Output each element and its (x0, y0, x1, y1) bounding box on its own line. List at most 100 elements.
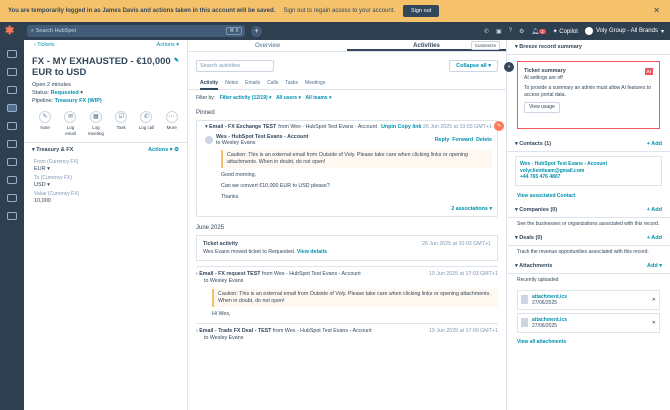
reply-link[interactable]: Reply (435, 137, 449, 143)
contact-card: Wes - HubSpot Test Evans - Account volyc… (515, 156, 662, 186)
reporting-nav-icon[interactable] (7, 158, 17, 166)
collapse-all-button[interactable]: Collapse all ▾ (449, 60, 498, 72)
attachments-section-header[interactable]: ▾ Attachments Add ▾ (507, 259, 670, 274)
filter-activity-dropdown[interactable]: Filter activity (12/19) ▾ (220, 95, 272, 101)
task-icon: ☑ (115, 111, 128, 123)
sign-out-button[interactable]: Sign out (403, 5, 440, 17)
log-meeting-action-button[interactable]: ▦ Log meeting (87, 111, 105, 136)
property-to-currency[interactable]: To (Currency FX) USD ▾ (24, 173, 187, 189)
forward-link[interactable]: Forward (452, 137, 473, 143)
settings-gear-icon[interactable]: ⚙ (519, 28, 524, 35)
close-icon[interactable]: ✕ (652, 297, 656, 303)
create-plus-icon[interactable]: + (251, 25, 262, 37)
companies-section-header[interactable]: ▾ Companies (0) + Add (507, 203, 670, 218)
record-actions-menu[interactable]: Actions ▾ (157, 42, 179, 50)
pipeline-label: Pipeline: (32, 98, 54, 104)
phone-icon: ✆ (140, 111, 153, 123)
attachment-item[interactable]: attachment.ics 27/06/2025 ✕ (517, 289, 660, 310)
subtab-meetings[interactable]: Meetings (305, 80, 325, 89)
deals-section-header[interactable]: ▾ Deals (0) + Add (507, 231, 670, 246)
hubspot-logo-icon[interactable]: ✱ (5, 24, 19, 38)
delete-link[interactable]: Delete (476, 137, 492, 143)
collapse-sidebar-icon[interactable]: » (504, 62, 514, 72)
recipient: to Wesley Evans (204, 278, 244, 284)
commerce-nav-icon[interactable] (7, 212, 17, 220)
automation-nav-icon[interactable] (7, 140, 17, 148)
service-nav-icon[interactable] (7, 104, 17, 112)
avatar (584, 27, 593, 35)
help-icon[interactable]: ? (509, 28, 512, 34)
unpin-link[interactable]: Unpin (381, 124, 396, 130)
log-call-action-button[interactable]: ✆ Log call (137, 111, 155, 136)
email-item[interactable]: 19 Jun 2025 at 17:00 GMT+1 › Email - Tra… (196, 323, 498, 342)
view-details-link[interactable]: View details (297, 249, 327, 255)
attachment-name[interactable]: attachment.ics (532, 317, 567, 323)
subtab-activity[interactable]: Activity (200, 80, 219, 90)
status-dropdown[interactable]: Requested (51, 90, 79, 96)
document-icon (521, 318, 528, 327)
email-title[interactable]: Email - FX Exchange TEST (209, 124, 276, 130)
property-label: From (Currency FX) (34, 159, 79, 165)
contact-phone[interactable]: +44 765 476 4807 (520, 174, 657, 181)
add-contact-button[interactable]: + Add (647, 141, 662, 147)
contacts-nav-icon[interactable] (7, 68, 17, 76)
add-attachment-button[interactable]: Add ▾ (647, 263, 662, 269)
account-menu[interactable]: Voly Group - All Brands ▾ (584, 27, 664, 35)
edit-pencil-icon[interactable]: ✎ (174, 56, 179, 67)
note-icon: ✎ (39, 111, 52, 123)
subtab-emails[interactable]: Emails (245, 80, 260, 89)
deals-empty-text: Track the revenue opportunities associat… (517, 248, 649, 255)
notifications-bell-icon[interactable]: 🔔︎ 1 (531, 28, 546, 35)
filter-users-dropdown[interactable]: All users ▾ (276, 95, 301, 101)
global-search-input[interactable]: ⌕ Search HubSpot ⌘ K (27, 25, 245, 37)
library-nav-icon[interactable] (7, 194, 17, 202)
view-all-attachments-link[interactable]: View all attachments (517, 339, 566, 345)
pipeline-row: Pipeline: Treasury FX (WIP) (32, 97, 179, 105)
section-actions-menu[interactable]: Actions ▾ ⚙ (148, 147, 179, 153)
view-associated-contact-link[interactable]: View associated Contact (517, 193, 576, 199)
task-action-button[interactable]: ☑ Task (112, 111, 130, 136)
add-company-button[interactable]: + Add (647, 207, 662, 213)
subtab-tasks[interactable]: Tasks (285, 80, 298, 89)
view-usage-button[interactable]: View usage (524, 102, 560, 113)
log-email-action-button[interactable]: ✉ Log email (61, 111, 79, 136)
breeze-summary-header[interactable]: ▾ Breeze record summary (507, 40, 670, 55)
copilot-button[interactable]: ✦ Copilot (553, 28, 578, 35)
bookmarks-icon[interactable] (7, 50, 17, 58)
attachment-name[interactable]: attachment.ics (532, 294, 567, 300)
subtab-calls[interactable]: Calls (267, 80, 278, 89)
summary-text: AI settings are off (524, 75, 563, 81)
pipeline-dropdown[interactable]: Treasury FX (WIP) (55, 98, 102, 104)
data-nav-icon[interactable] (7, 176, 17, 184)
subtab-notes[interactable]: Notes (225, 80, 238, 89)
associations-dropdown[interactable]: 2 associations ▾ (205, 206, 492, 212)
copy-link[interactable]: Copy link (398, 124, 422, 130)
back-to-tickets-link[interactable]: ‹ Tickets (34, 42, 54, 50)
property-value: USD (34, 182, 46, 188)
close-icon[interactable]: ✕ (653, 6, 660, 15)
note-label: Note (40, 125, 50, 130)
property-label: To (Currency FX) (34, 175, 73, 181)
marketplace-icon[interactable]: ▣ (496, 28, 502, 35)
more-action-button[interactable]: ⋯ More (163, 111, 181, 136)
contacts-section-header[interactable]: ▾ Contacts (1) + Add (507, 137, 670, 152)
content-nav-icon[interactable] (7, 122, 17, 130)
attachment-item[interactable]: attachment.ics 27/06/2025 ✕ (517, 312, 660, 333)
note-action-button[interactable]: ✎ Note (36, 111, 54, 136)
marketing-nav-icon[interactable] (7, 86, 17, 94)
email-date: 19 Jun 2025 at 17:03 GMT+1 (428, 271, 498, 277)
recipient[interactable]: to Wesley Evans (216, 140, 255, 146)
filter-teams-dropdown[interactable]: All teams ▾ (305, 95, 331, 101)
close-icon[interactable]: ✕ (652, 320, 656, 326)
email-item[interactable]: 19 Jun 2025 at 17:03 GMT+1 › Email - FX … (196, 266, 498, 318)
search-activities-input[interactable]: Search activities (196, 60, 274, 72)
customize-button[interactable]: Customize (470, 41, 500, 50)
phone-icon[interactable]: ✆ (484, 28, 489, 35)
add-deal-button[interactable]: + Add (647, 235, 662, 241)
property-from-currency[interactable]: From (Currency FX) EUR ▾ (24, 157, 187, 173)
property-value-currency[interactable]: Value (Currency FX) 10,000 (24, 189, 187, 205)
treasury-section-header[interactable]: ▾ Treasury & FX Actions ▾ ⚙ (24, 143, 187, 157)
tab-overview[interactable]: Overview (188, 40, 347, 51)
filter-users-label: All users (275, 95, 298, 101)
assistant-fab-icon[interactable]: ✎ (494, 121, 504, 131)
